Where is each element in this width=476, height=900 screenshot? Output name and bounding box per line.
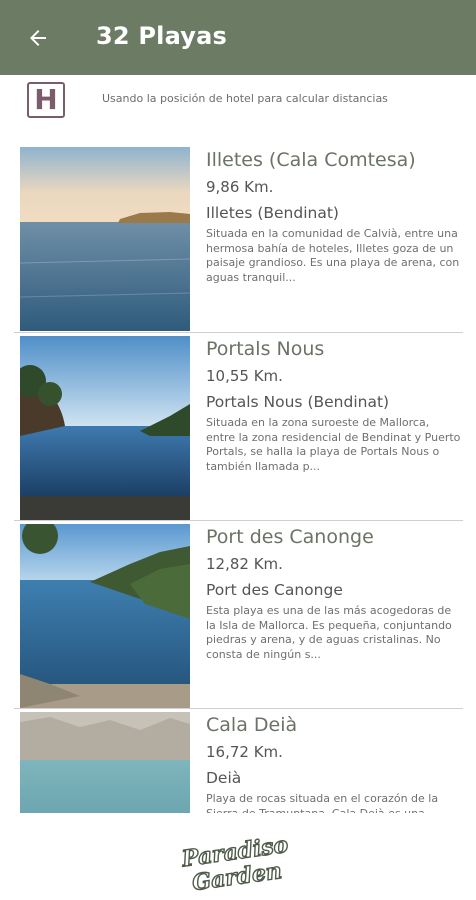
beach-distance: 10,55 Km. <box>206 367 283 385</box>
beach-zone: Portals Nous (Bendinat) <box>206 393 390 411</box>
beach-name: Portals Nous <box>206 338 325 360</box>
beach-distance: 9,86 Km. <box>206 178 274 196</box>
beach-item-cala-deia[interactable]: Cala Deià 16,72 Km. Deià Playa de rocas … <box>0 708 476 813</box>
beach-zone: Illetes (Bendinat) <box>206 204 339 222</box>
beach-photo <box>20 336 190 520</box>
arrow-left-icon <box>30 30 46 46</box>
beach-photo <box>20 712 190 813</box>
paradiso-garden-logo: Paradiso Garden <box>179 832 291 892</box>
page-title: 32 Playas <box>96 22 227 50</box>
beach-name: Illetes (Cala Comtesa) <box>206 149 416 171</box>
beach-item-illetes[interactable]: Illetes (Cala Comtesa) 9,86 Km. Illetes … <box>0 143 476 331</box>
beach-description: Playa de rocas situada en el corazón de … <box>206 792 439 813</box>
beach-photo <box>20 524 190 708</box>
beach-item-port-des-canonge[interactable]: Port des Canonge 12,82 Km. Port des Cano… <box>0 520 476 708</box>
app-bar: 32 Playas <box>0 0 476 75</box>
beach-zone: Port des Canonge <box>206 581 343 599</box>
beach-distance: 16,72 Km. <box>206 743 283 761</box>
beach-list: Illetes (Cala Comtesa) 9,86 Km. Illetes … <box>0 143 476 813</box>
beach-name: Port des Canonge <box>206 526 374 548</box>
beach-distance: 12,82 Km. <box>206 555 283 573</box>
beach-photo <box>20 147 190 331</box>
back-button[interactable] <box>18 18 58 58</box>
hotel-location-bar: H Usando la posición de hotel para calcu… <box>0 78 476 123</box>
beach-name: Cala Deià <box>206 714 298 736</box>
beach-description: Esta playa es una de las más acogedoras … <box>206 604 452 661</box>
beach-zone: Deià <box>206 769 242 787</box>
beach-description: Situada en la zona suroeste de Mallorca,… <box>206 416 461 473</box>
beach-description: Situada en la comunidad de Calvià, entre… <box>206 227 460 284</box>
beach-item-portals-nous[interactable]: Portals Nous 10,55 Km. Portals Nous (Ben… <box>0 332 476 520</box>
hotel-icon: H <box>27 82 65 118</box>
hotel-location-text: Usando la posición de hotel para calcula… <box>102 92 388 105</box>
